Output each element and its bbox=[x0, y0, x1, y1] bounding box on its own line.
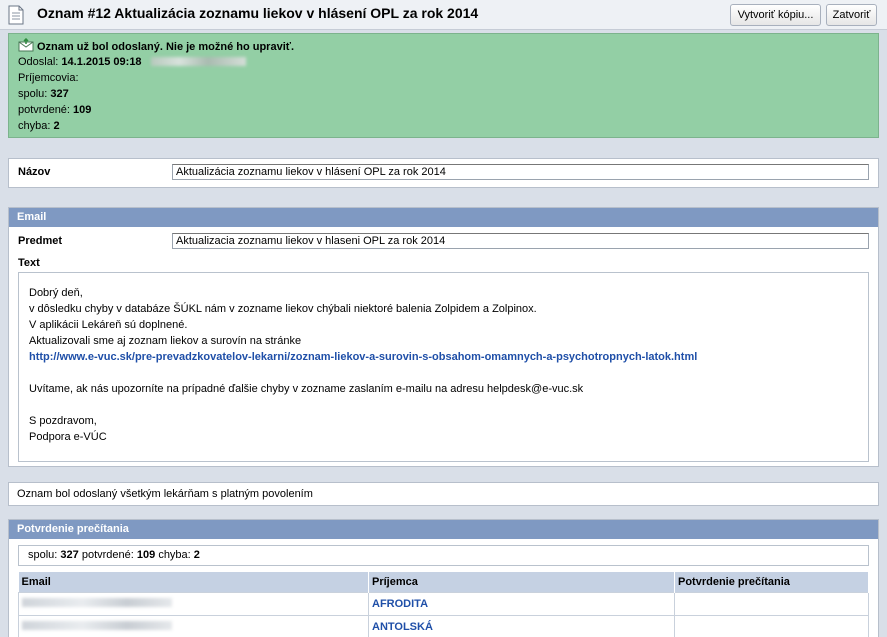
summary-error-value: 2 bbox=[193, 549, 200, 561]
recipient-link[interactable]: AFRODITA bbox=[372, 598, 428, 610]
subject-field[interactable]: Aktualizacia zoznamu liekov v hlaseni OP… bbox=[172, 233, 869, 249]
body-line: V aplikácii Lekáreň sú doplnené. bbox=[29, 319, 188, 331]
summary-confirmed-value: 109 bbox=[136, 549, 156, 561]
email-body[interactable]: Dobrý deň, v dôsledku chyby v databáze Š… bbox=[18, 272, 869, 462]
sent-mail-icon bbox=[18, 38, 34, 52]
email-cell bbox=[18, 591, 369, 616]
body-line: v dôsledku chyby v databáze ŠÚKL nám v z… bbox=[29, 303, 537, 315]
recipient-cell: ANTOLSKÁ bbox=[368, 614, 675, 637]
confirmed-value: 109 bbox=[73, 104, 92, 116]
table-row: ANTOLSKÁ bbox=[18, 614, 869, 637]
confirmation-cell bbox=[674, 591, 869, 616]
body-line: Aktualizovali sme aj zoznam liekov a sur… bbox=[29, 335, 302, 347]
recipient-link[interactable]: ANTOLSKÁ bbox=[372, 621, 433, 633]
recipients-table: Email Príjemca Potvrdenie prečítania AFR… bbox=[18, 572, 869, 637]
redacted-email bbox=[22, 597, 172, 607]
error-value: 2 bbox=[53, 120, 60, 132]
confirmed-label: potvrdené: bbox=[18, 104, 70, 116]
error-label: chyba: bbox=[18, 120, 51, 132]
sent-datetime: 14.1.2015 09:18 bbox=[61, 56, 142, 68]
email-panel: Email Predmet Aktualizacia zoznamu lieko… bbox=[8, 207, 879, 467]
sent-by-label: Odoslal: bbox=[18, 56, 59, 68]
summary-confirmed-label: potvrdené: bbox=[81, 549, 134, 561]
total-label: spolu: bbox=[18, 88, 48, 100]
sent-status-box: Oznam už bol odoslaný. Nie je možné ho u… bbox=[8, 33, 879, 138]
close-button[interactable]: Zatvoriť bbox=[826, 4, 877, 26]
summary-total-label: spolu: bbox=[28, 549, 58, 561]
recipient-cell: AFRODITA bbox=[368, 591, 675, 616]
summary-total-value: 327 bbox=[60, 549, 79, 561]
total-value: 327 bbox=[50, 88, 69, 100]
confirmation-summary: spolu: 327 potvrdené: 109 chyba: 2 bbox=[18, 545, 869, 566]
body-line: S pozdravom, bbox=[29, 415, 97, 427]
body-line: Uvítame, ak nás upozorníte na prípadné ď… bbox=[29, 383, 584, 395]
name-label: Názov bbox=[18, 166, 51, 178]
column-recipient[interactable]: Príjemca bbox=[368, 572, 675, 592]
body-line: Podpora e-VÚC bbox=[29, 431, 107, 443]
name-panel: Názov Aktualizácia zoznamu liekov v hlás… bbox=[8, 158, 879, 188]
page-title: Oznam #12 Aktualizácia zoznamu liekov v … bbox=[37, 5, 479, 21]
name-field[interactable]: Aktualizácia zoznamu liekov v hlásení OP… bbox=[172, 164, 869, 180]
status-message: Oznam už bol odoslaný. Nie je možné ho u… bbox=[37, 41, 295, 53]
redacted-email bbox=[22, 620, 172, 630]
subject-label: Predmet bbox=[18, 235, 63, 247]
confirmation-heading: Potvrdenie prečítania bbox=[9, 520, 878, 539]
confirmation-cell bbox=[674, 614, 869, 637]
read-confirmation-panel: Potvrdenie prečítania spolu: 327 potvrde… bbox=[8, 519, 879, 637]
email-section-heading: Email bbox=[9, 208, 878, 227]
create-copy-button[interactable]: Vytvoriť kópiu... bbox=[730, 4, 821, 26]
email-cell bbox=[18, 614, 369, 637]
info-text: Oznam bol odoslaný všetkým lekárňam s pl… bbox=[17, 488, 313, 500]
text-label: Text bbox=[18, 257, 40, 269]
body-link[interactable]: http://www.e-vuc.sk/pre-prevadzkovatelov… bbox=[29, 351, 697, 363]
column-read-confirmation[interactable]: Potvrdenie prečítania bbox=[674, 572, 869, 592]
table-row: AFRODITA bbox=[18, 591, 869, 616]
redacted-sender bbox=[150, 57, 246, 66]
summary-error-label: chyba: bbox=[158, 549, 191, 561]
recipients-label: Príjemcovia: bbox=[18, 72, 79, 84]
info-panel: Oznam bol odoslaný všetkým lekárňam s pl… bbox=[8, 482, 879, 506]
document-icon bbox=[8, 5, 24, 25]
column-email[interactable]: Email bbox=[18, 572, 369, 592]
body-line: Dobrý deň, bbox=[29, 287, 83, 299]
window-header: Oznam #12 Aktualizácia zoznamu liekov v … bbox=[0, 0, 887, 30]
